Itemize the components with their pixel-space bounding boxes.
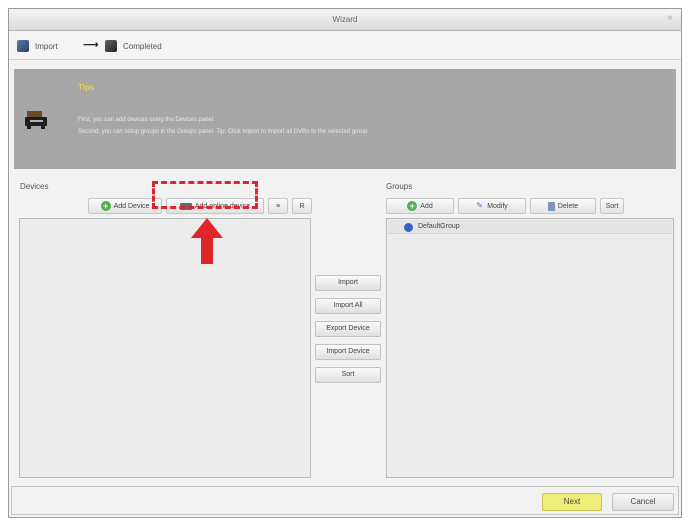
add-device-label: Add Device	[113, 202, 150, 210]
refresh-button[interactable]: R	[292, 198, 312, 214]
group-sort-label: Sort	[605, 202, 619, 210]
group-icon	[404, 223, 413, 232]
title-bar: Wizard ×	[9, 9, 681, 31]
refresh-icon: R	[299, 202, 305, 210]
add-plus-icon: +	[100, 201, 111, 211]
step-label-completed: Completed	[123, 42, 162, 51]
tips-banner: Tips First, you can add devices using th…	[14, 69, 676, 169]
import-step-icon	[17, 40, 29, 52]
cancel-button[interactable]: Cancel	[612, 493, 674, 511]
pointer-arrow-icon	[191, 218, 223, 264]
group-sort-button[interactable]: Sort	[600, 198, 624, 214]
window-title: Wizard	[332, 15, 358, 24]
pencil-icon: ✎	[476, 201, 483, 210]
export-device-button[interactable]: Export Device	[315, 321, 381, 337]
groups-panel-label: Groups	[386, 182, 413, 191]
add-online-device-highlight	[152, 181, 258, 209]
modify-group-button[interactable]: ✎ Modify	[458, 198, 526, 214]
step-arrow-icon: ⟶	[83, 39, 99, 51]
add-group-label: Add	[420, 202, 433, 210]
tips-line-2: Second, you can setup groups in the Grou…	[78, 129, 369, 135]
filter-icon: ≡	[275, 202, 281, 210]
modify-group-label: Modify	[487, 202, 508, 210]
printer-icon	[25, 111, 47, 129]
next-button[interactable]: Next	[542, 493, 602, 511]
wizard-steps: Import ⟶ Completed	[9, 32, 681, 60]
wizard-footer: Next Cancel	[11, 486, 679, 515]
close-icon[interactable]: ×	[667, 14, 673, 24]
group-item[interactable]: DefaultGroup	[388, 220, 672, 234]
delete-group-label: Delete	[557, 202, 579, 210]
add-group-button[interactable]: + Add	[386, 198, 454, 214]
devices-panel-label: Devices	[20, 182, 49, 191]
add-plus-icon: +	[407, 201, 418, 211]
tips-heading: Tips	[78, 83, 95, 92]
transfer-sort-button[interactable]: Sort	[315, 367, 381, 383]
filter-button[interactable]: ≡	[268, 198, 288, 214]
add-device-button[interactable]: + Add Device	[88, 198, 162, 214]
import-button[interactable]: Import	[315, 275, 381, 291]
wizard-window: Wizard × Import ⟶ Completed Tips First, …	[8, 8, 682, 518]
delete-group-button[interactable]: Delete	[530, 198, 596, 214]
import-all-button[interactable]: Import All	[315, 298, 381, 314]
group-item-label: DefaultGroup	[418, 223, 460, 230]
trash-icon	[547, 201, 555, 211]
devices-list[interactable]	[19, 218, 311, 478]
groups-list[interactable]: DefaultGroup	[386, 218, 674, 478]
step-label-import: Import	[35, 42, 58, 51]
import-device-button[interactable]: Import Device	[315, 344, 381, 360]
tips-line-1: First, you can add devices using the Dev…	[78, 117, 215, 123]
completed-step-icon	[105, 40, 117, 52]
